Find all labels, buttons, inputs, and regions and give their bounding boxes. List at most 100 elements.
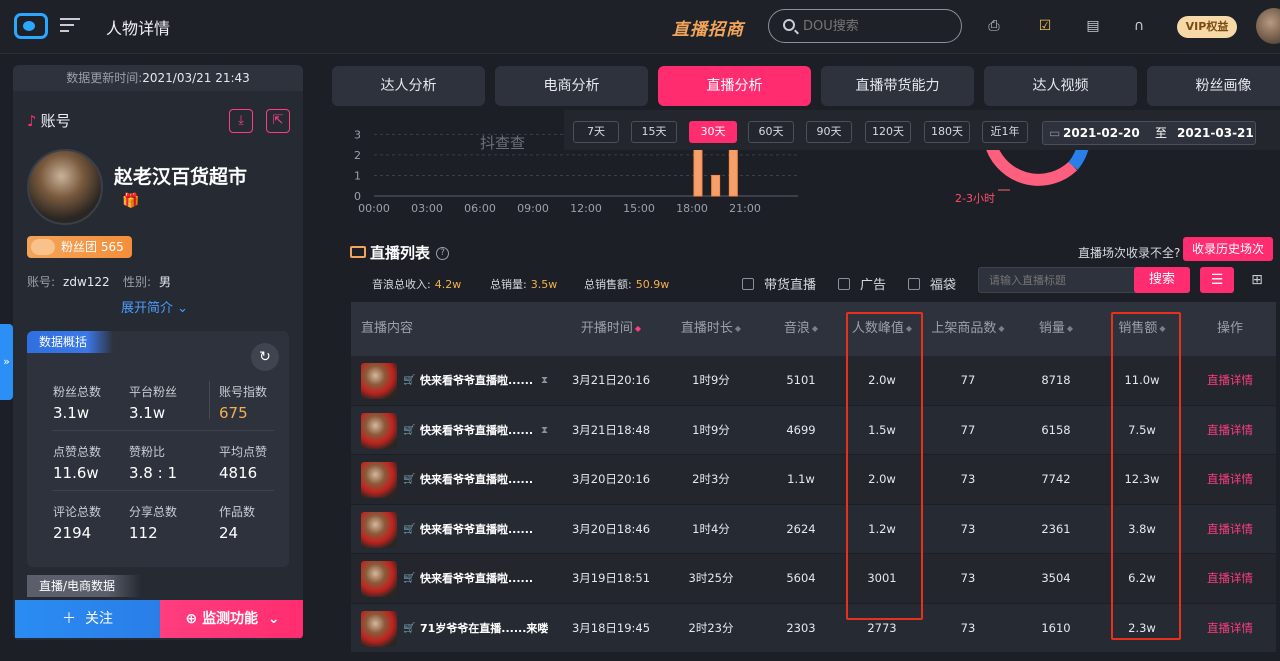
- chart-bar[interactable]: [728, 142, 738, 197]
- tab-ecommerce-analysis[interactable]: 电商分析: [495, 66, 648, 106]
- live-title[interactable]: 快来看爷爷直播啦......: [420, 554, 533, 603]
- date-60d[interactable]: 60天: [748, 121, 794, 143]
- tab-influencer-analysis[interactable]: 达人分析: [332, 66, 485, 106]
- date-90d[interactable]: 90天: [806, 121, 852, 143]
- cell-content[interactable]: 🛒 快来看爷爷直播啦...... ⧗: [351, 406, 561, 455]
- live-detail-link[interactable]: 直播详情: [1185, 554, 1275, 603]
- gender: 性别: 男: [123, 275, 172, 289]
- live-thumbnail[interactable]: [361, 610, 397, 647]
- search-box[interactable]: [768, 9, 962, 43]
- calendar-icon: ▭: [1049, 126, 1061, 140]
- stat-works: 作品数 24: [219, 505, 256, 542]
- tab-live-analysis[interactable]: 直播分析: [658, 66, 811, 106]
- refresh-icon[interactable]: ↻: [251, 343, 279, 371]
- tab-influencer-videos[interactable]: 达人视频: [984, 66, 1137, 106]
- list-view-icon[interactable]: ☰: [1200, 267, 1234, 293]
- live-thumbnail[interactable]: [361, 511, 397, 548]
- cell-content[interactable]: 🛒 71岁爷爷在直播......来喽: [351, 604, 561, 653]
- sort-icon[interactable]: ◆: [1067, 302, 1073, 356]
- help-icon[interactable]: ?: [436, 247, 450, 260]
- filter-lucky-bag[interactable]: 福袋: [908, 274, 956, 293]
- date-30d[interactable]: 30天: [689, 121, 737, 143]
- cell-content[interactable]: 🛒 快来看爷爷直播啦......: [351, 505, 561, 554]
- date-180d[interactable]: 180天: [924, 121, 970, 143]
- col-goods[interactable]: 上架商品数 ◆: [923, 302, 1013, 356]
- col-duration[interactable]: 直播时长 ◆: [661, 302, 761, 356]
- live-title[interactable]: 71岁爷爷在直播......来喽: [420, 604, 548, 653]
- gift-icon[interactable]: 🎁: [122, 193, 139, 209]
- date-15d[interactable]: 15天: [631, 121, 677, 143]
- live-title[interactable]: 快来看爷爷直播啦......: [420, 406, 533, 455]
- cell-start-time: 3月20日18:46: [571, 521, 651, 536]
- sort-icon[interactable]: ◆: [812, 302, 818, 356]
- live-detail-link[interactable]: 直播详情: [1185, 356, 1275, 405]
- col-sales[interactable]: 销量 ◆: [1013, 302, 1099, 356]
- date-1y[interactable]: 近1年: [982, 121, 1028, 143]
- cell-content[interactable]: 🛒 快来看爷爷直播啦...... ⧗: [351, 356, 561, 405]
- sort-icon[interactable]: ◆: [998, 302, 1004, 356]
- cell-goods: 73: [960, 521, 976, 536]
- stat-likes: 点赞总数 11.6w: [53, 445, 102, 482]
- live-thumbnail[interactable]: [361, 412, 397, 449]
- stat-platform-fans: 平台粉丝 3.1w: [129, 385, 178, 422]
- live-detail-link[interactable]: 直播详情: [1185, 406, 1275, 455]
- app-logo[interactable]: [14, 13, 48, 39]
- sidebar-collapse-handle[interactable]: »: [0, 324, 13, 400]
- grid-view-icon[interactable]: ⊞: [1240, 267, 1274, 293]
- live-title[interactable]: 快来看爷爷直播啦......: [420, 505, 533, 554]
- sort-icon[interactable]: ◆: [635, 302, 641, 356]
- tab-fan-profile[interactable]: 粉丝画像: [1147, 66, 1280, 106]
- menu-toggle-icon[interactable]: [60, 18, 80, 34]
- date-7d[interactable]: 7天: [573, 121, 619, 143]
- x-tick-label: 03:00: [411, 202, 443, 215]
- live-detail-link[interactable]: 直播详情: [1185, 604, 1275, 653]
- live-detail-link[interactable]: 直播详情: [1185, 455, 1275, 504]
- brand-link[interactable]: 直播招商: [672, 15, 744, 40]
- video-icon: [350, 246, 366, 258]
- checkbox[interactable]: [742, 278, 754, 290]
- live-title[interactable]: 快来看爷爷直播啦......: [420, 356, 533, 405]
- document-icon[interactable]: ▤: [1084, 17, 1102, 35]
- clipboard-check-icon[interactable]: ☑: [1036, 17, 1054, 35]
- col-yinlang[interactable]: 音浪 ◆: [761, 302, 841, 356]
- search-input[interactable]: [803, 16, 953, 36]
- collect-history-button[interactable]: 收录历史场次: [1183, 237, 1273, 261]
- stat-shares: 分享总数 112: [129, 505, 178, 542]
- live-thumbnail[interactable]: [361, 462, 397, 498]
- monitor-button[interactable]: ⊕ 监测功能 ⌄: [160, 600, 303, 638]
- cart-icon: 🛒: [403, 424, 416, 436]
- profile-nickname: 赵老汉百货超市: [114, 166, 248, 188]
- user-avatar[interactable]: [1256, 8, 1280, 44]
- chart-bar[interactable]: [711, 174, 721, 197]
- date-range-picker[interactable]: ▭ 2021-02-20 至 2021-03-21: [1042, 121, 1256, 145]
- account-heading: ♪ 账号: [27, 112, 71, 130]
- filter-ads[interactable]: 广告: [838, 274, 886, 293]
- cell-content[interactable]: 🛒 快来看爷爷直播啦......: [351, 554, 561, 603]
- printer-icon[interactable]: ⎙: [985, 17, 1003, 35]
- follow-button[interactable]: ＋ 关注: [15, 600, 160, 638]
- sort-icon[interactable]: ◆: [735, 302, 741, 356]
- col-start-time[interactable]: 开播时间 ◆: [561, 302, 661, 356]
- live-title-input[interactable]: [989, 272, 1139, 288]
- chevron-down-icon: ⌄: [177, 301, 189, 316]
- live-thumbnail[interactable]: [361, 363, 397, 399]
- live-thumbnail[interactable]: [361, 561, 397, 597]
- open-external-button[interactable]: ⇱: [266, 109, 290, 133]
- checkbox[interactable]: [908, 278, 920, 290]
- filter-sales-live[interactable]: 带货直播: [742, 274, 816, 293]
- expand-intro-link[interactable]: 展开简介 ⌄: [121, 297, 188, 316]
- chart-bar[interactable]: [693, 142, 703, 197]
- stats-card: 数据概括 ↻ 粉丝总数 3.1w 平台粉丝 3.1w 账号指数 675 点赞总数 11.…: [27, 331, 289, 567]
- vip-button[interactable]: VIP权益: [1177, 16, 1237, 38]
- headset-icon[interactable]: ∩: [1130, 17, 1148, 35]
- download-button[interactable]: ⤓: [229, 109, 253, 133]
- checkbox[interactable]: [838, 278, 850, 290]
- tab-live-sales-ability[interactable]: 直播带货能力: [821, 66, 974, 106]
- cart-icon: 🛒: [403, 622, 416, 634]
- live-detail-link[interactable]: 直播详情: [1185, 505, 1275, 554]
- live-title[interactable]: 快来看爷爷直播啦......: [420, 455, 533, 504]
- cell-content[interactable]: 🛒 快来看爷爷直播啦......: [351, 455, 561, 504]
- y-tick-label: 3: [354, 128, 361, 141]
- search-button[interactable]: 搜索: [1134, 267, 1190, 293]
- date-120d[interactable]: 120天: [865, 121, 911, 143]
